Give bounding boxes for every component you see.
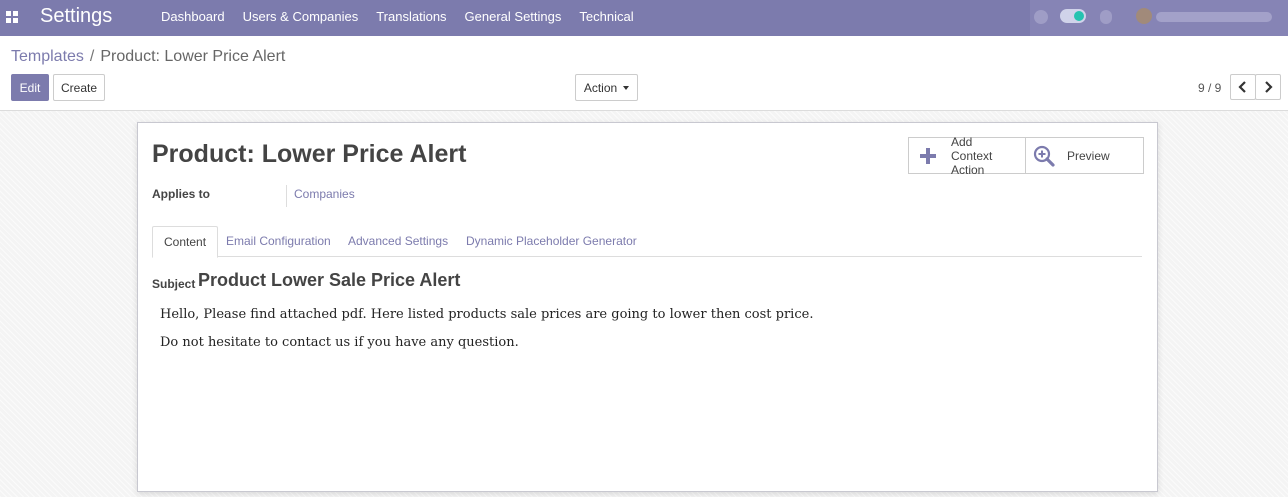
app-title: Settings xyxy=(40,5,113,27)
action-label: Action xyxy=(583,80,618,95)
tab-dynamic-placeholder-generator[interactable]: Dynamic Placeholder Generator xyxy=(466,226,637,257)
menu-translations[interactable]: Translations xyxy=(367,0,455,36)
applies-to-link[interactable]: Companies xyxy=(294,187,355,201)
blurred-icon xyxy=(1034,10,1048,24)
plus-icon xyxy=(920,147,936,164)
pager-value[interactable]: 9 / 9 xyxy=(1198,81,1221,95)
create-button[interactable]: Create xyxy=(53,74,105,101)
breadcrumb-separator: / xyxy=(89,48,95,65)
top-navbar: Settings Dashboard Users & Companies Tra… xyxy=(0,0,1288,36)
menu-general-settings[interactable]: General Settings xyxy=(456,0,571,36)
preview-label: Preview xyxy=(1067,148,1110,163)
tab-advanced-settings[interactable]: Advanced Settings xyxy=(348,226,448,257)
menu-users-companies[interactable]: Users & Companies xyxy=(234,0,368,36)
toggle-icon[interactable] xyxy=(1060,9,1086,23)
record-title: Product: Lower Price Alert xyxy=(152,140,467,168)
blurred-icon xyxy=(1100,10,1112,24)
smart-button-box: Add Context Action Preview xyxy=(908,135,1144,177)
add-context-action-button[interactable]: Add Context Action xyxy=(909,135,1026,177)
chevron-left-icon xyxy=(1238,81,1246,93)
control-panel: Templates / Product: Lower Price Alert Edi… xyxy=(0,36,1288,111)
add-label-line2: Context Action xyxy=(951,148,993,177)
menu-dashboard[interactable]: Dashboard xyxy=(152,0,234,36)
email-body-line: Do not hesitate to contact us if you hav… xyxy=(160,335,519,350)
pager-previous-button[interactable] xyxy=(1230,74,1256,100)
grid-icon[interactable] xyxy=(6,11,18,23)
add-label-line1: Add xyxy=(951,134,973,149)
main-menu: Dashboard Users & Companies Translations… xyxy=(152,0,643,36)
action-dropdown[interactable]: Action xyxy=(575,74,638,101)
chevron-right-icon xyxy=(1265,81,1273,93)
breadcrumb-current: Product: Lower Price Alert xyxy=(100,48,286,65)
preview-button[interactable]: Preview xyxy=(1026,138,1143,173)
notebook-tabs: Content Email Configuration Advanced Set… xyxy=(152,226,1142,258)
subject-value: Product Lower Sale Price Alert xyxy=(198,270,461,290)
avatar[interactable] xyxy=(1136,8,1152,24)
field-divider xyxy=(286,185,287,207)
add-context-action-label: Add Context Action xyxy=(951,135,1025,177)
menu-technical[interactable]: Technical xyxy=(570,0,642,36)
edit-button[interactable]: Edit xyxy=(11,74,49,101)
zoom-in-icon xyxy=(1033,145,1055,167)
subject-label: Subject xyxy=(152,277,196,291)
form-sheet: Product: Lower Price Alert Add Context A… xyxy=(137,122,1158,492)
blurred-username[interactable] xyxy=(1156,12,1272,22)
breadcrumb: Templates / Product: Lower Price Alert xyxy=(11,48,285,66)
caret-down-icon xyxy=(623,86,630,90)
pager-next-button[interactable] xyxy=(1255,74,1281,100)
email-body-line: Hello, Please find attached pdf. Here li… xyxy=(160,307,814,322)
tab-email-configuration[interactable]: Email Configuration xyxy=(226,226,331,257)
applies-to-label: Applies to xyxy=(152,187,211,201)
tab-content[interactable]: Content xyxy=(152,226,219,258)
breadcrumb-templates-link[interactable]: Templates xyxy=(11,48,84,65)
